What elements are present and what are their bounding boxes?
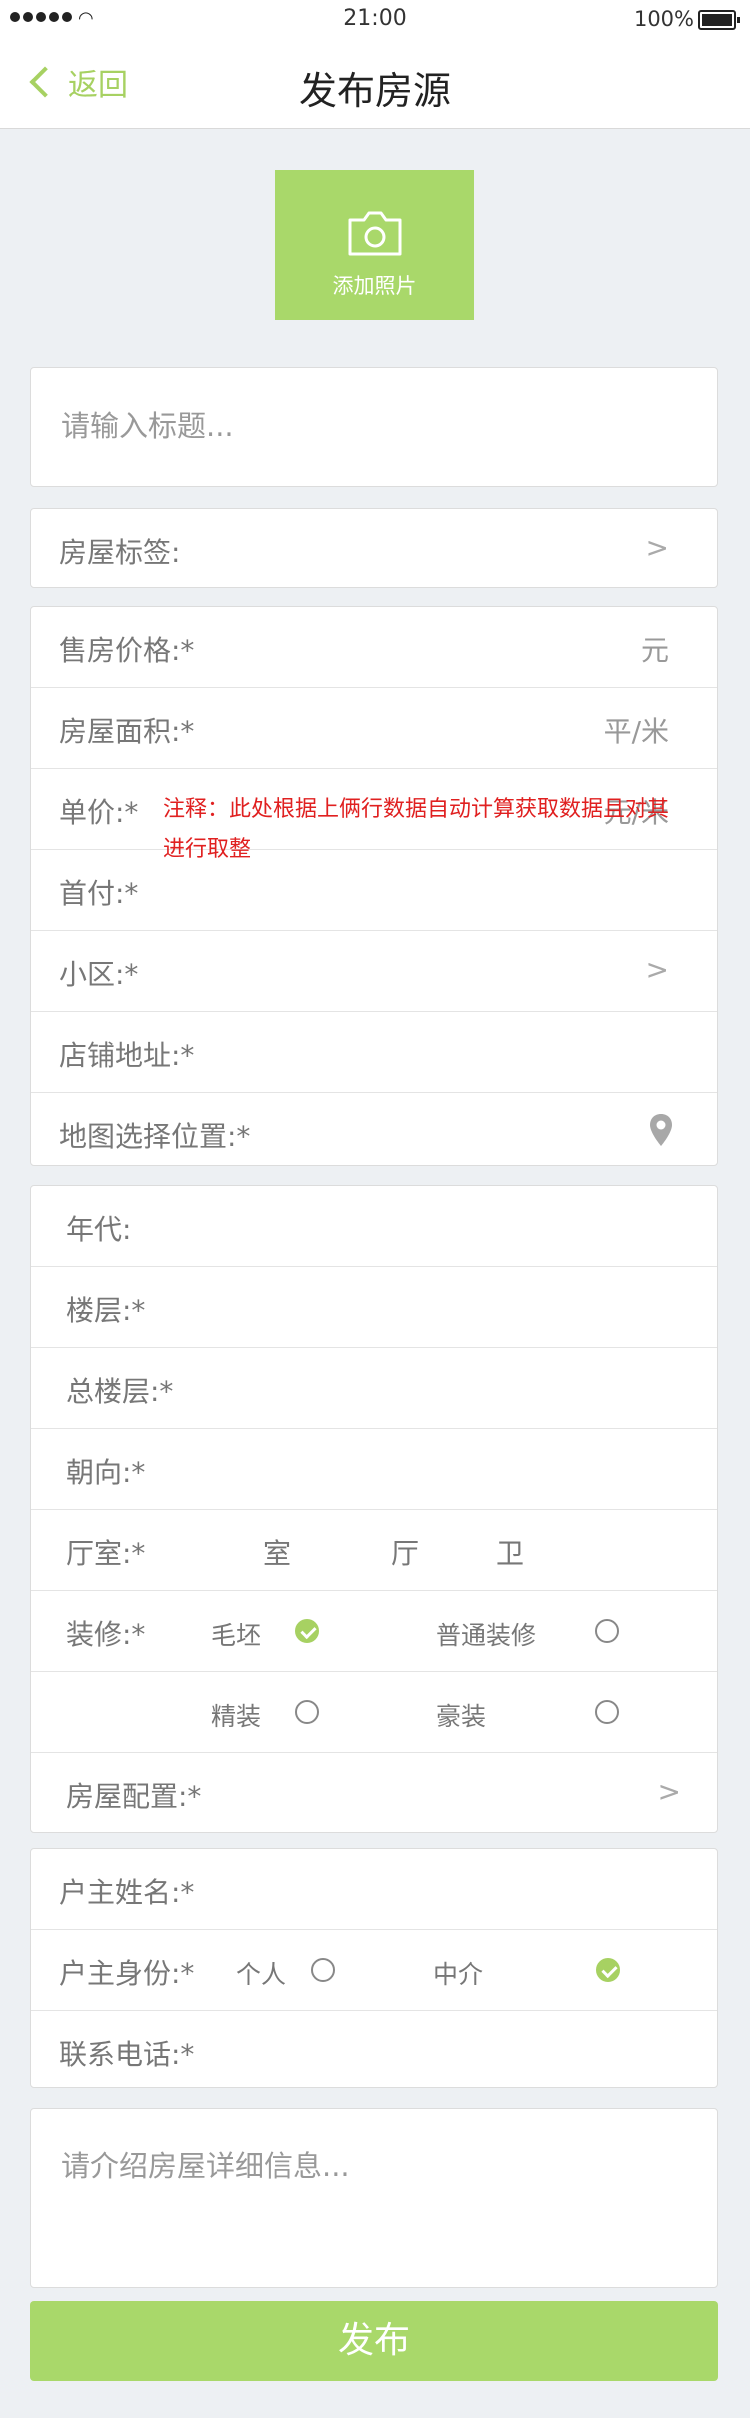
floor-field[interactable]: 楼层:* bbox=[31, 1267, 717, 1348]
owner-name-field[interactable]: 户主姓名:* bbox=[31, 1849, 717, 1930]
unit-price-label: 单价:* bbox=[59, 796, 139, 829]
decoration-radio-fine[interactable] bbox=[295, 1700, 319, 1724]
page-title: 发布房源 bbox=[298, 69, 451, 113]
price-field[interactable]: 售房价格:* 元 bbox=[31, 607, 717, 688]
area-unit: 平/米 bbox=[603, 715, 669, 748]
house-tags-label: 房屋标签: bbox=[59, 536, 181, 569]
publish-button[interactable]: 发布 bbox=[30, 2301, 718, 2381]
decoration-option-luxury: 豪装 bbox=[436, 1702, 487, 1731]
decoration-option-fine: 精装 bbox=[211, 1702, 262, 1731]
battery-icon bbox=[698, 10, 740, 30]
floor-label: 楼层:* bbox=[66, 1294, 146, 1327]
area-label: 房屋面积:* bbox=[59, 715, 195, 748]
battery-percent: 100% bbox=[633, 7, 694, 31]
identity-option-agent: 中介 bbox=[433, 1960, 484, 1989]
rooms-field[interactable]: 厅室:* 室 厅 卫 bbox=[31, 1510, 717, 1591]
add-photo-button[interactable]: 添加照片 bbox=[275, 170, 474, 320]
camera-icon bbox=[348, 211, 401, 256]
down-payment-label: 首付:* bbox=[59, 877, 139, 910]
decoration-row-2: 精装 豪装 bbox=[31, 1672, 717, 1753]
description-input[interactable]: 请介绍房屋详细信息... bbox=[30, 2108, 718, 2288]
owner-identity-label: 户主身份:* bbox=[59, 1957, 195, 1990]
price-label: 售房价格:* bbox=[59, 634, 195, 667]
chevron-right-icon: > bbox=[645, 531, 669, 564]
annotation-note: 注释：此处根据上俩行数据自动计算获取数据且对其进行取整 bbox=[163, 797, 670, 862]
add-photo-label: 添加照片 bbox=[332, 274, 417, 298]
identity-radio-personal[interactable] bbox=[311, 1958, 335, 1982]
house-config-row[interactable]: 房屋配置:* > bbox=[31, 1753, 717, 1833]
identity-radio-agent[interactable] bbox=[596, 1958, 620, 1982]
orientation-label: 朝向:* bbox=[66, 1456, 146, 1489]
bath-unit: 卫 bbox=[496, 1537, 525, 1570]
details-group: 年代: 楼层:* 总楼层:* 朝向:* 厅室:* 室 厅 卫 装修:* 毛坯 普… bbox=[30, 1185, 718, 1833]
decoration-option-rough: 毛坯 bbox=[211, 1621, 262, 1650]
hall-unit: 厅 bbox=[391, 1537, 420, 1570]
phone-label: 联系电话:* bbox=[59, 2038, 195, 2071]
title-placeholder: 请输入标题... bbox=[61, 409, 234, 443]
decoration-radio-standard[interactable] bbox=[595, 1619, 619, 1643]
price-unit: 元 bbox=[640, 634, 669, 667]
status-bar: ◠ 21:00 100% bbox=[0, 0, 750, 40]
year-field[interactable]: 年代: bbox=[31, 1186, 717, 1267]
decoration-radio-luxury[interactable] bbox=[595, 1700, 619, 1724]
house-tags-row[interactable]: 房屋标签: > bbox=[30, 508, 718, 588]
map-location-row[interactable]: 地图选择位置:* bbox=[31, 1093, 717, 1173]
decoration-label: 装修:* bbox=[66, 1618, 146, 1651]
decoration-row: 装修:* 毛坯 普通装修 bbox=[31, 1591, 717, 1672]
house-config-label: 房屋配置:* bbox=[66, 1780, 202, 1813]
location-pin-icon bbox=[650, 1114, 672, 1146]
room-unit: 室 bbox=[263, 1537, 292, 1570]
owner-identity-row: 户主身份:* 个人 中介 bbox=[31, 1930, 717, 2011]
map-location-label: 地图选择位置:* bbox=[59, 1120, 251, 1153]
title-input[interactable]: 请输入标题... bbox=[30, 367, 718, 487]
year-label: 年代: bbox=[66, 1213, 132, 1246]
phone-field[interactable]: 联系电话:* bbox=[31, 2011, 717, 2091]
chevron-right-icon: > bbox=[657, 1775, 681, 1808]
address-label: 店铺地址:* bbox=[59, 1039, 195, 1072]
nav-bar: 返回 发布房源 bbox=[0, 40, 750, 129]
pricing-group: 售房价格:* 元 房屋面积:* 平/米 单价:* 元/米 首付:* 小区:* >… bbox=[30, 606, 718, 1166]
owner-name-label: 户主姓名:* bbox=[59, 1876, 195, 1909]
identity-option-personal: 个人 bbox=[236, 1960, 287, 1989]
community-label: 小区:* bbox=[59, 958, 139, 991]
rooms-label: 厅室:* bbox=[66, 1537, 146, 1570]
decoration-option-standard: 普通装修 bbox=[436, 1621, 537, 1650]
total-floor-label: 总楼层:* bbox=[66, 1375, 174, 1408]
owner-group: 户主姓名:* 户主身份:* 个人 中介 联系电话:* bbox=[30, 1848, 718, 2088]
description-placeholder: 请介绍房屋详细信息... bbox=[61, 2149, 350, 2183]
area-field[interactable]: 房屋面积:* 平/米 bbox=[31, 688, 717, 769]
total-floor-field[interactable]: 总楼层:* bbox=[31, 1348, 717, 1429]
community-row[interactable]: 小区:* > bbox=[31, 931, 717, 1012]
chevron-right-icon: > bbox=[645, 953, 669, 986]
address-field[interactable]: 店铺地址:* bbox=[31, 1012, 717, 1093]
orientation-field[interactable]: 朝向:* bbox=[31, 1429, 717, 1510]
decoration-radio-rough[interactable] bbox=[295, 1619, 319, 1643]
